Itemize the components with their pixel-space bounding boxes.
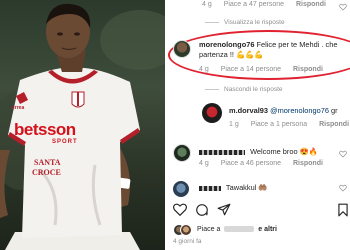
main-comment-meta: 4 g Piace a 14 persone Rispondi — [199, 66, 333, 73]
avatar[interactable] — [173, 144, 191, 162]
blurred-username — [199, 185, 221, 191]
liker-avatar[interactable] — [180, 224, 192, 236]
comment-2-meta: 4 g Piace a 46 persone Rispondi — [199, 160, 333, 167]
reply-button[interactable]: Rispondi — [319, 121, 349, 128]
avatar[interactable] — [202, 103, 222, 123]
comment-icon[interactable] — [195, 203, 209, 217]
comment-likes[interactable]: Piace a 46 persone — [221, 160, 281, 167]
comment-username[interactable]: m.dorval93 — [229, 106, 268, 115]
comment-like-heart-icon[interactable] — [339, 150, 347, 158]
bookmark-icon[interactable] — [337, 203, 349, 217]
player-photo: errea betsson SPORT SANTA CROCE — [0, 0, 165, 250]
post-time-ago: 4 giorni fa — [173, 238, 202, 245]
comment-text: gr — [331, 106, 338, 115]
likes-prefix: Piace a — [197, 226, 221, 233]
mention-link[interactable]: @morenolongo76 — [270, 106, 329, 115]
jersey-sponsor-sub: SPORT — [52, 139, 78, 145]
comment-3-line: Tawakkul 🤲🏽 — [199, 183, 268, 193]
hide-replies-toggle[interactable]: Nascondi le risposte — [205, 86, 283, 93]
comment-like-heart-icon[interactable] — [339, 3, 347, 11]
comment-2-line: Welcome broo 😍🔥 — [199, 147, 318, 157]
comment-text: Welcome broo 😍🔥 — [250, 147, 319, 156]
likes-suffix: e altri — [258, 226, 277, 233]
jersey-chest-text-1: SANTA — [34, 158, 61, 167]
comment-time: 4 g — [199, 160, 209, 167]
comment-text: Tawakkul 🤲🏽 — [225, 183, 268, 192]
reply-button[interactable]: Rispondi — [293, 66, 323, 73]
comment-time: 4 g — [202, 1, 212, 8]
comment-time: 1 g — [229, 121, 239, 128]
comment-likes[interactable]: Piace a 14 persone — [221, 66, 281, 73]
jersey-brand: errea — [12, 105, 25, 111]
share-icon[interactable] — [217, 203, 231, 216]
comment-like-heart-icon[interactable] — [339, 184, 347, 192]
comments-panel: 4 g Piace a 47 persone Rispondi Visualiz… — [165, 0, 350, 250]
reply-button[interactable]: Rispondi — [296, 1, 326, 8]
comment-text-line2: partenza !! 💪💪💪 — [199, 50, 264, 59]
comment-time: 4 g — [199, 66, 209, 73]
reply-comment-meta: 1 g Piace a 1 persona Rispondi — [229, 121, 350, 128]
comment-username[interactable]: morenolongo76 — [199, 40, 254, 49]
avatar[interactable] — [173, 40, 191, 58]
likes-summary[interactable]: Piace a e altri — [197, 226, 277, 233]
comment-likes[interactable]: Piace a 47 persone — [224, 1, 284, 8]
comment-likes[interactable]: Piace a 1 persona — [251, 121, 307, 128]
blurred-liker-name — [224, 226, 255, 233]
blurred-username — [199, 149, 245, 155]
jersey-sponsor: betsson — [14, 120, 76, 139]
reply-comment-line: m.dorval93 @morenolongo76 gr — [229, 106, 338, 116]
avatar[interactable] — [173, 181, 189, 197]
main-comment-line1: morenolongo76 Felice per te Mehdi . che — [199, 40, 337, 50]
view-replies-toggle[interactable]: Visualizza le risposte — [205, 19, 285, 26]
comment-text: Felice per te Mehdi . che — [256, 40, 338, 49]
top-comment-meta: 4 g Piace a 47 persone Rispondi — [202, 1, 336, 8]
reply-button[interactable]: Rispondi — [293, 160, 323, 167]
jersey-chest-text-2: CROCE — [32, 168, 61, 177]
heart-icon[interactable] — [173, 203, 187, 216]
